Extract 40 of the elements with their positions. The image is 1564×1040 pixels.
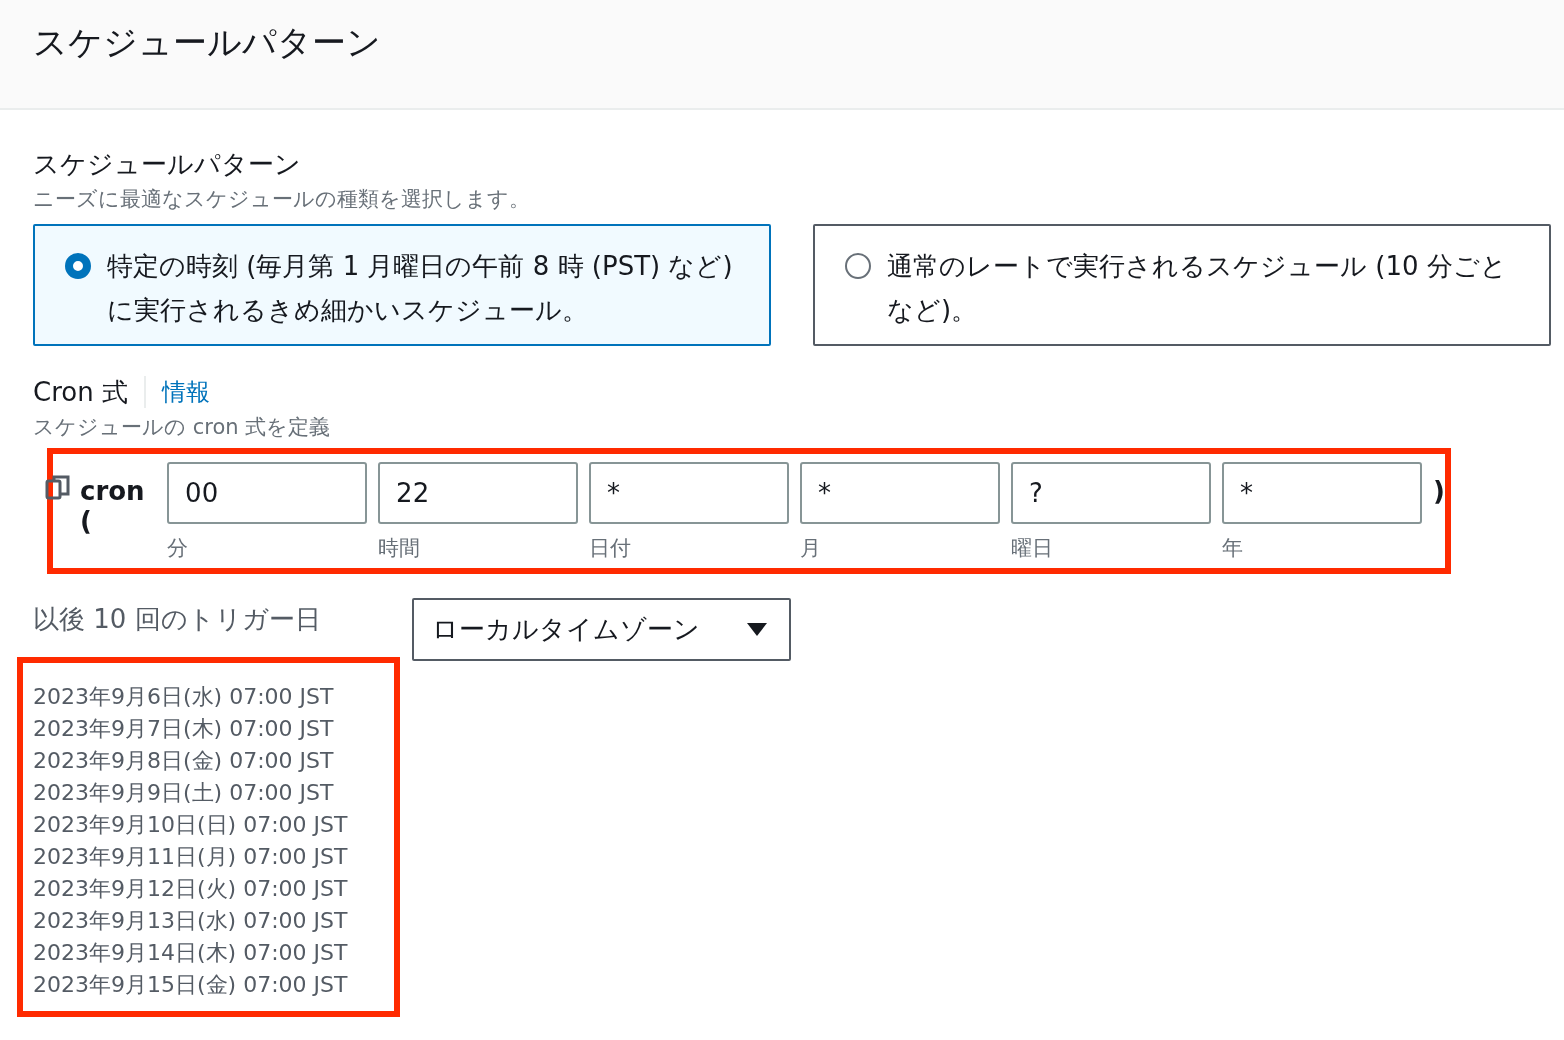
page-title: スケジュールパターン <box>33 21 382 64</box>
field-caption: 年 <box>1222 535 1245 562</box>
option-text: 特定の時刻 (毎月第 1 月曜日の午前 8 時 (PST) など) に実行されるきめ細かいスケジュール。 <box>107 250 734 327</box>
option-text: 通常のレートで実行されるスケジュール (10 分ごとなど)。 <box>887 250 1508 327</box>
field-label: 以後 10 回のトリガー日 <box>33 603 322 636</box>
field-description: ニーズに最適なスケジュールの種類を選択します。 <box>33 186 530 213</box>
trigger-date: 2023年9月8日(金) 07:00 JST <box>33 747 335 775</box>
trigger-date: 2023年9月10日(日) 07:00 JST <box>33 811 349 839</box>
radio-icon <box>65 253 91 279</box>
trigger-date: 2023年9月9日(土) 07:00 JST <box>33 779 335 807</box>
trigger-date: 2023年9月12日(火) 07:00 JST <box>33 875 349 903</box>
field-label: スケジュールパターン <box>33 148 301 181</box>
trigger-date: 2023年9月11日(月) 07:00 JST <box>33 843 349 871</box>
input-field[interactable]: * <box>589 462 790 524</box>
trigger-date: 2023年9月6日(水) 07:00 JST <box>33 683 335 711</box>
radio-icon <box>845 253 871 279</box>
input-field[interactable]: 00 <box>167 462 368 524</box>
field-caption: 月 <box>800 535 823 562</box>
trigger-date: 2023年9月14日(木) 07:00 JST <box>33 939 349 967</box>
cron-suffix: ) <box>1433 476 1445 506</box>
trigger-date: 2023年9月15日(金) 07:00 JST <box>33 971 349 999</box>
copy-icon[interactable] <box>45 474 71 500</box>
input-field[interactable]: * <box>800 462 1001 524</box>
caret-icon <box>747 622 767 637</box>
field-caption: 分 <box>167 535 190 562</box>
field-caption: 日付 <box>589 535 633 562</box>
field-caption: 曜日 <box>1011 535 1055 562</box>
input-field[interactable]: ? <box>1011 462 1212 524</box>
field-caption: 時間 <box>378 535 422 562</box>
radio-option[interactable]: 通常のレートで実行されるスケジュール (10 分ごとなど)。 <box>813 224 1551 346</box>
trigger-date: 2023年9月13日(水) 07:00 JST <box>33 907 349 935</box>
info-link[interactable]: 情報 <box>161 376 210 408</box>
input-field[interactable]: 22 <box>378 462 579 524</box>
input-field[interactable]: * <box>1222 462 1423 524</box>
cron-prefix: cron ( <box>80 476 146 536</box>
timezone-dropdown[interactable]: ローカルタイムゾーン <box>412 598 791 661</box>
radio-option[interactable]: 特定の時刻 (毎月第 1 月曜日の午前 8 時 (PST) など) に実行されるきめ細かいスケジュール。 <box>33 224 771 346</box>
field-description: スケジュールの cron 式を定義 <box>33 414 331 441</box>
field-label: Cron 式 <box>33 376 128 409</box>
trigger-date: 2023年9月7日(木) 07:00 JST <box>33 715 335 743</box>
